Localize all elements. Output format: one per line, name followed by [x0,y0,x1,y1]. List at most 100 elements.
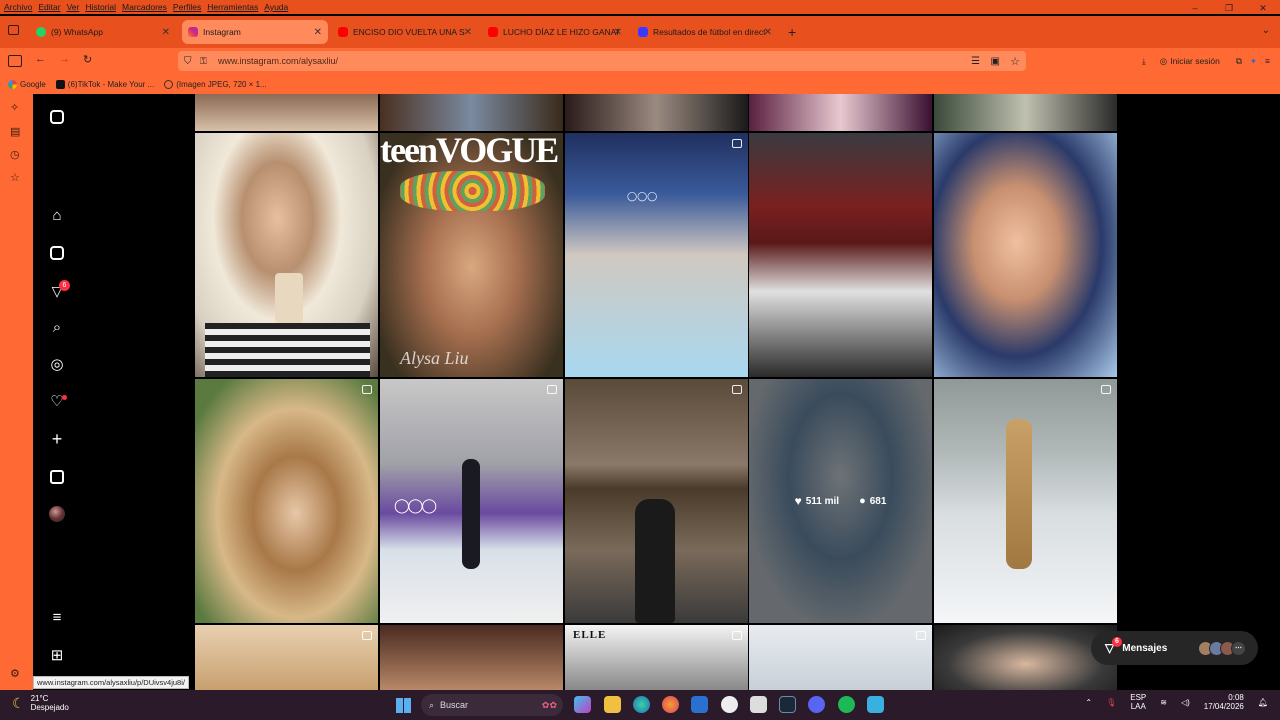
post-tile[interactable] [380,625,563,690]
close-tab-icon[interactable]: ✕ [764,27,772,38]
profile-avatar[interactable] [49,506,65,522]
menu-editar[interactable]: Editar [38,2,60,12]
app-icon[interactable] [867,696,884,713]
post-tile[interactable]: ◯◯◯ [565,133,748,377]
bookmark-image[interactable]: (Imagen JPEG, 720 × 1... [164,79,267,89]
copilot-icon[interactable] [574,696,591,713]
post-tile[interactable] [934,625,1117,690]
post-tile[interactable] [195,625,378,690]
post-tile[interactable] [195,133,378,377]
addon-icon[interactable]: ✦ [1250,56,1257,67]
new-tab-button[interactable]: + [788,24,796,40]
discord-icon[interactable] [808,696,825,713]
back-icon[interactable]: ← [35,53,46,65]
bookmark-tiktok[interactable]: (6)TikTok - Make Your ... [55,79,154,89]
list-all-tabs-icon[interactable]: ⌄ [1262,25,1270,36]
post-tile-hovered[interactable]: ♥ 511 mil ● 681 [749,379,932,623]
lock-icon[interactable]: ⚿ [200,56,207,67]
bookmarks-icon[interactable]: ☆ [10,171,20,184]
menu-ayuda[interactable]: Ayuda [264,2,288,12]
minimize-button[interactable]: – [1178,0,1212,16]
post-tile[interactable] [565,379,748,623]
tab-resultados[interactable]: Resultados de fútbol en directo ✕ [632,20,778,44]
menu-icon[interactable]: ≡ [1265,56,1270,66]
firefox-icon[interactable] [662,696,679,713]
menu-historial[interactable]: Historial [85,2,116,12]
downloads-icon[interactable]: ⤓ [1142,56,1146,67]
forward-icon[interactable]: → [59,53,70,65]
post-tile[interactable] [195,379,378,623]
close-tab-icon[interactable]: ✕ [464,27,472,38]
sidebar-toggle-icon[interactable] [8,55,22,67]
post-tile-elle[interactable]: ELLE [565,625,748,690]
wifi-icon[interactable]: ≋ [1160,698,1167,707]
volume-icon[interactable]: ◁) [1181,698,1190,707]
clock[interactable]: 0:08 17/04/2026 [1204,693,1244,711]
mail-icon[interactable] [691,696,708,713]
history-icon[interactable]: ◷ [10,148,20,161]
search-icon[interactable]: ⌕ [48,319,66,337]
spotify-icon[interactable] [838,696,855,713]
post-tile[interactable] [749,625,932,690]
reader-view-icon[interactable]: ☰ [971,56,980,67]
reels-icon[interactable] [48,244,66,262]
extensions-icon[interactable]: ⧉ [1236,56,1242,67]
github-icon[interactable] [721,696,738,713]
dashboard-icon[interactable] [48,468,66,486]
post-tile[interactable] [749,94,932,131]
messages-button[interactable]: ▽ 6 Mensajes ⋯ [1091,631,1258,665]
home-icon[interactable]: ⌂ [48,207,66,225]
screenshot-icon[interactable]: ▣ [991,56,1000,67]
steam-icon[interactable] [779,696,796,713]
language-indicator[interactable]: ESP LAA [1130,693,1146,711]
tab-youtube-enciso[interactable]: ENCISO DIO VUELTA UNA SERIE ✕ [332,20,478,44]
notepad-icon[interactable] [750,696,767,713]
post-tile[interactable] [749,133,932,377]
shield-icon[interactable]: ⛉ [184,56,192,67]
tab-whatsapp[interactable]: (9) WhatsApp ✕ [30,20,176,44]
tab-list-icon[interactable] [8,25,19,35]
menu-marcadores[interactable]: Marcadores [122,2,167,12]
notifications-icon[interactable]: 🔔︎ [1258,698,1268,707]
taskbar-search[interactable]: ⌕ Buscar ✿✿ [421,694,563,716]
close-tab-icon[interactable]: ✕ [314,27,322,38]
maximize-button[interactable]: ❐ [1212,0,1246,16]
explore-icon[interactable]: ◎ [48,356,66,374]
edge-icon[interactable] [633,696,650,713]
menu-ver[interactable]: Ver [67,2,80,12]
weather-widget[interactable]: ☾ 21°C Despejado [12,694,69,712]
chevron-up-icon[interactable]: ⌃ [1085,698,1092,707]
account-icon[interactable]: ◎ [1160,56,1167,67]
create-icon[interactable]: + [48,430,66,448]
post-tile[interactable] [934,379,1117,623]
bookmark-star-icon[interactable]: ☆ [1010,55,1020,68]
post-tile[interactable] [195,94,378,131]
post-tile[interactable]: ◯◯◯ [380,379,563,623]
address-bar[interactable]: ⛉ ⚿ www.instagram.com/alysaxliu/ ☰ ▣ ☆ [178,51,1026,71]
post-tile[interactable] [380,94,563,131]
ai-chat-icon[interactable]: ✧ [10,101,19,114]
tab-instagram[interactable]: Instagram ✕ [182,20,328,44]
close-tab-icon[interactable]: ✕ [162,27,170,38]
reload-icon[interactable]: ↻ [83,53,92,66]
more-menu-icon[interactable]: ≡ [48,609,66,627]
post-tile[interactable] [934,133,1117,377]
instagram-logo-icon[interactable] [48,108,66,126]
tab-youtube-lucho[interactable]: LUCHO DÍAZ LE HIZO GANAR A ✕ [482,20,628,44]
also-from-meta-icon[interactable]: ⊞ [48,647,66,665]
menu-herramientas[interactable]: Herramientas [207,2,258,12]
menu-perfiles[interactable]: Perfiles [173,2,201,12]
file-explorer-icon[interactable] [604,696,621,713]
signin-button[interactable]: Iniciar sesión [1170,56,1220,66]
post-tile[interactable] [934,94,1117,131]
bookmark-google[interactable]: Google [8,79,46,89]
sync-tabs-icon[interactable]: ▤ [10,125,20,138]
microphone-icon[interactable]: 🎙︎ [1106,698,1116,707]
sidebar-settings-icon[interactable]: ⚙ [10,667,20,680]
post-tile[interactable] [565,94,748,131]
post-tile-teen-vogue[interactable]: teenVOGUE Alysa Liu [380,133,563,377]
menu-archivo[interactable]: Archivo [4,2,32,12]
close-window-button[interactable]: ✕ [1246,0,1280,16]
close-tab-icon[interactable]: ✕ [614,27,622,38]
windows-start-icon[interactable] [396,698,411,713]
